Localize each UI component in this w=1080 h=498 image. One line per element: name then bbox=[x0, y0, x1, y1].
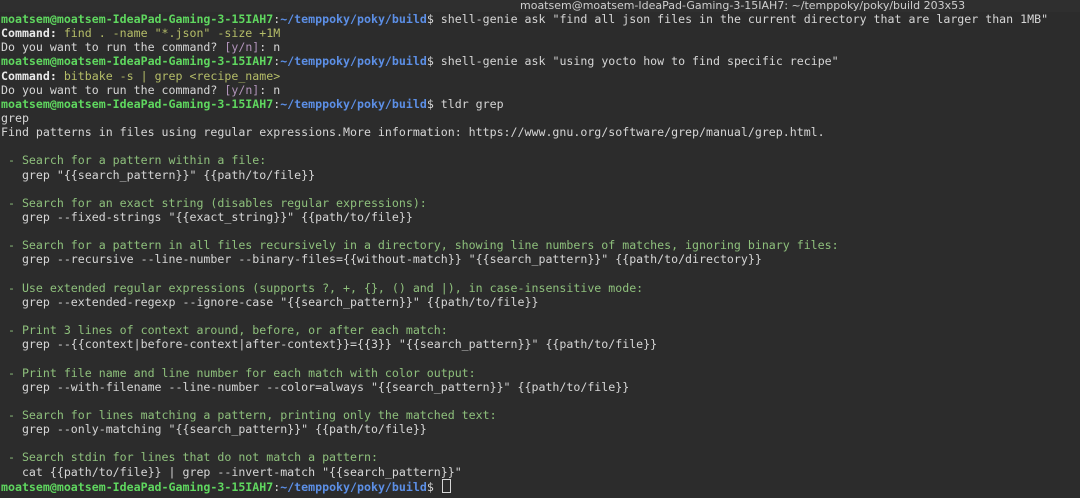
tldr-description: - Search for a pattern in all files recu… bbox=[0, 238, 1080, 252]
tldr-description-text: - Search for lines matching a pattern, p… bbox=[1, 407, 497, 422]
prompt-line: moatsem@moatsem-IdeaPad-Gaming-3-15IAH7:… bbox=[0, 54, 1080, 68]
tldr-description-text: - Search stdin for lines that do not mat… bbox=[1, 450, 378, 465]
tldr-description: - Search stdin for lines that do not mat… bbox=[0, 450, 1080, 464]
genie-command-text: find . -name "*.json" -size +1M bbox=[56, 26, 281, 41]
tldr-example: grep --{{context|before-context|after-co… bbox=[0, 337, 1080, 351]
prompt-path: ~/temppoky/poky/build bbox=[280, 479, 427, 494]
confirm-question: Do you want to run the command? bbox=[1, 40, 225, 55]
tldr-example: grep --fixed-strings "{{exact_string}}" … bbox=[0, 210, 1080, 224]
cursor-block[interactable] bbox=[441, 478, 451, 493]
tldr-example: grep --with-filename --line-number --col… bbox=[0, 380, 1080, 394]
genie-command-label: Command: bbox=[1, 26, 57, 41]
tldr-example-text: grep --with-filename --line-number --col… bbox=[1, 379, 630, 394]
tldr-description-text: - Search for a pattern in all files recu… bbox=[1, 238, 839, 253]
prompt-sign: $ bbox=[426, 96, 441, 111]
prompt-user-host: moatsem@moatsem-IdeaPad-Gaming-3-15IAH7 bbox=[1, 96, 274, 111]
confirm-line: Do you want to run the command? [y/n]: n bbox=[0, 40, 1080, 54]
prompt-path: ~/temppoky/poky/build bbox=[280, 12, 427, 26]
tldr-example: grep --recursive --line-number --binary-… bbox=[0, 252, 1080, 266]
tldr-example-text: cat {{path/to/file}} | grep --invert-mat… bbox=[1, 464, 462, 479]
tldr-example: grep --extended-regexp --ignore-case "{{… bbox=[0, 295, 1080, 309]
tldr-description: - Use extended regular expressions (supp… bbox=[0, 281, 1080, 295]
output-text-content: Find patterns in files using regular exp… bbox=[1, 125, 825, 140]
tldr-example-text: grep --only-matching "{{search_pattern}}… bbox=[1, 422, 427, 437]
output-text: grep bbox=[0, 111, 1080, 125]
terminal-output[interactable]: moatsem@moatsem-IdeaPad-Gaming-3-15IAH7:… bbox=[0, 12, 1080, 498]
tldr-description-text: - Search for an exact string (disables r… bbox=[1, 195, 427, 210]
prompt-sign: $ bbox=[426, 12, 441, 26]
prompt-user-host: moatsem@moatsem-IdeaPad-Gaming-3-15IAH7 bbox=[1, 479, 274, 494]
prompt-line: moatsem@moatsem-IdeaPad-Gaming-3-15IAH7:… bbox=[0, 12, 1080, 26]
prompt-user-host: moatsem@moatsem-IdeaPad-Gaming-3-15IAH7 bbox=[1, 54, 274, 69]
tldr-description-text: - Use extended regular expressions (supp… bbox=[1, 280, 644, 295]
confirm-answer: : n bbox=[259, 82, 281, 97]
tldr-example: cat {{path/to/file}} | grep --invert-mat… bbox=[0, 465, 1080, 479]
prompt-command: shell-genie ask "using yocto how to find… bbox=[440, 54, 839, 69]
tldr-description-text: - Print file name and line number for ea… bbox=[1, 365, 476, 380]
prompt-path: ~/temppoky/poky/build bbox=[280, 54, 427, 69]
confirm-answer: : n bbox=[259, 40, 281, 55]
tldr-example: grep --only-matching "{{search_pattern}}… bbox=[0, 422, 1080, 436]
confirm-options: [y/n] bbox=[224, 40, 260, 55]
window-title: moatsem@moatsem-IdeaPad-Gaming-3-15IAH7:… bbox=[520, 0, 966, 12]
confirm-question: Do you want to run the command? bbox=[1, 82, 225, 97]
tldr-description: - Search for a pattern within a file: bbox=[0, 153, 1080, 167]
prompt-command: shell-genie ask "find all json files in … bbox=[440, 12, 1049, 26]
tldr-description: - Search for lines matching a pattern, p… bbox=[0, 408, 1080, 422]
tldr-example-text: grep --recursive --line-number --binary-… bbox=[1, 252, 762, 267]
tldr-description-text: - Print 3 lines of context around, befor… bbox=[1, 323, 448, 338]
confirm-line: Do you want to run the command? [y/n]: n bbox=[0, 83, 1080, 97]
tldr-example: grep "{{search_pattern}}" {{path/to/file… bbox=[0, 168, 1080, 182]
genie-command-label: Command: bbox=[1, 68, 57, 83]
prompt-user-host: moatsem@moatsem-IdeaPad-Gaming-3-15IAH7 bbox=[1, 12, 274, 26]
tldr-example-text: grep "{{search_pattern}}" {{path/to/file… bbox=[1, 167, 316, 182]
genie-command-text: bitbake -s | grep <recipe_name> bbox=[56, 68, 281, 83]
output-text: Find patterns in files using regular exp… bbox=[0, 125, 1080, 139]
tldr-description-text: - Search for a pattern within a file: bbox=[1, 153, 267, 168]
genie-command-line: Command: find . -name "*.json" -size +1M bbox=[0, 26, 1080, 40]
prompt-command: tldr grep bbox=[440, 96, 504, 111]
prompt-path: ~/temppoky/poky/build bbox=[280, 96, 427, 111]
tldr-example-text: grep --fixed-strings "{{exact_string}}" … bbox=[1, 209, 413, 224]
genie-command-line: Command: bitbake -s | grep <recipe_name> bbox=[0, 69, 1080, 83]
tldr-description: - Print 3 lines of context around, befor… bbox=[0, 323, 1080, 337]
tldr-example-text: grep --extended-regexp --ignore-case "{{… bbox=[1, 294, 539, 309]
prompt-sign: $ bbox=[426, 54, 441, 69]
prompt-line-active: moatsem@moatsem-IdeaPad-Gaming-3-15IAH7:… bbox=[0, 478, 1080, 494]
tldr-description: - Search for an exact string (disables r… bbox=[0, 196, 1080, 210]
tldr-example-text: grep --{{context|before-context|after-co… bbox=[1, 337, 658, 352]
output-text-content: grep bbox=[1, 110, 29, 125]
prompt-line: moatsem@moatsem-IdeaPad-Gaming-3-15IAH7:… bbox=[0, 97, 1080, 111]
confirm-options: [y/n] bbox=[224, 82, 260, 97]
tldr-description: - Print file name and line number for ea… bbox=[0, 366, 1080, 380]
prompt-sign: $ bbox=[426, 479, 441, 494]
